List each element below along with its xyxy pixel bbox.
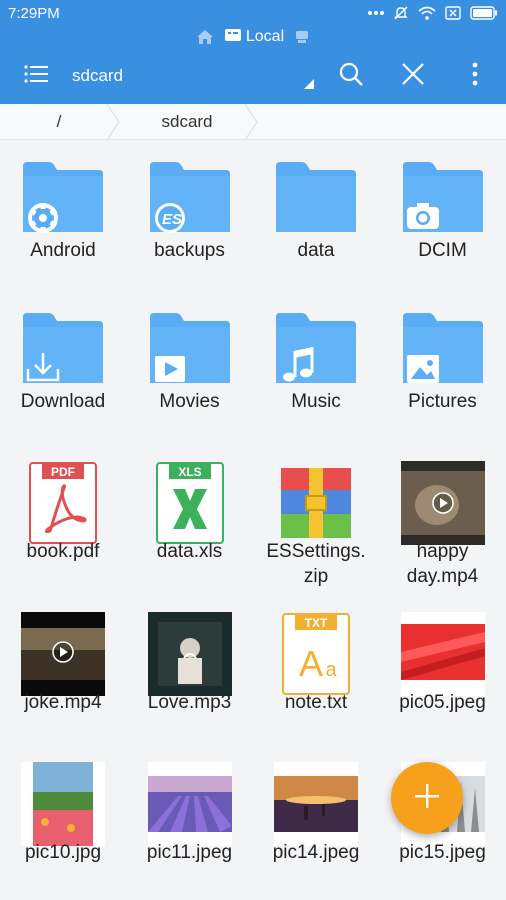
xls-file-icon: XLS: [148, 461, 232, 545]
file-name-label: pic11.jpeg: [146, 842, 233, 863]
folder-item-android[interactable]: Android: [0, 140, 126, 290]
battery-icon: [470, 6, 498, 20]
file-name-label: pic14.jpeg: [272, 842, 360, 863]
file-name-label: Movies: [159, 390, 220, 412]
file-item-data-xls[interactable]: XLS data.xls: [127, 441, 253, 591]
close-button[interactable]: [382, 48, 444, 104]
file-name-label: note.txt: [284, 691, 348, 713]
video-thumbnail: [400, 461, 485, 545]
breadcrumb-sdcard[interactable]: sdcard: [118, 103, 258, 140]
location-bar: Local: [0, 26, 506, 48]
file-name-label: pic10.jpg: [24, 842, 102, 863]
svg-text:A: A: [299, 643, 323, 684]
toolbar: sdcard: [0, 48, 506, 104]
svg-text:XLS: XLS: [178, 465, 201, 479]
wifi-icon: [418, 6, 436, 20]
file-item-pic11-jpeg[interactable]: pic11.jpeg: [127, 742, 253, 892]
search-icon: [338, 61, 364, 92]
image-thumbnail: [400, 611, 485, 696]
folder-icon: [401, 160, 485, 244]
file-name-label: pic05.jpeg: [399, 691, 486, 713]
file-name-label: data.xls: [156, 541, 223, 562]
svg-text:a: a: [325, 659, 337, 681]
status-icons: [368, 5, 498, 21]
folder-item-pictures[interactable]: Pictures: [380, 291, 506, 441]
svg-text:PDF: PDF: [51, 465, 75, 479]
file-name-label: backups: [154, 240, 225, 261]
txt-file-icon: TXT Aa: [274, 612, 358, 696]
folder-icon: [274, 160, 358, 244]
status-time: 7:29PM: [8, 4, 60, 22]
breadcrumb-separator-icon: [244, 103, 258, 145]
file-name-label: Android: [30, 240, 96, 261]
file-name-label: ESSettings. zip: [266, 541, 366, 587]
list-menu-icon: [24, 64, 48, 89]
file-name-label: Music: [291, 390, 341, 412]
folder-icon: [21, 160, 105, 244]
folder-item-music[interactable]: Music: [253, 291, 379, 441]
file-item-joke-mp4[interactable]: joke.mp4: [0, 592, 126, 742]
dropdown-triangle-icon: [304, 74, 314, 94]
file-name-label: data: [297, 240, 335, 261]
folder-icon: [274, 311, 358, 395]
breadcrumb-root[interactable]: /: [0, 103, 120, 140]
folder-icon: [401, 311, 485, 395]
folder-icon: [148, 311, 232, 395]
breadcrumb-root-label: /: [56, 111, 62, 131]
file-name-label: joke.mp4: [24, 691, 102, 713]
image-thumbnail: [274, 762, 358, 846]
location-label: Local: [245, 28, 285, 45]
mute-icon: [393, 5, 409, 21]
menu-button[interactable]: [8, 48, 64, 104]
folder-item-dcim[interactable]: DCIM: [380, 140, 506, 290]
file-name-label: Download: [20, 390, 106, 412]
plus-icon: [414, 783, 440, 814]
breadcrumb: / sdcard: [0, 103, 506, 140]
album-art-thumbnail: [147, 611, 232, 696]
network-icon[interactable]: [294, 29, 310, 45]
toolbar-title-dropdown[interactable]: sdcard: [72, 48, 320, 104]
file-name-label: happy day.mp4: [406, 541, 479, 587]
file-item-pic14-jpeg[interactable]: pic14.jpeg: [253, 742, 379, 892]
file-name-label: DCIM: [418, 240, 467, 261]
file-item-note-txt[interactable]: TXT Aa note.txt: [253, 592, 379, 742]
sim-icon: [445, 6, 461, 20]
file-item-book-pdf[interactable]: PDF book.pdf: [0, 441, 126, 591]
search-button[interactable]: [320, 48, 382, 104]
folder-item-backups[interactable]: ES backups: [127, 140, 253, 290]
location-local[interactable]: Local: [224, 28, 284, 47]
file-name-label: pic15.jpeg: [399, 842, 486, 863]
file-item-love-mp3[interactable]: Love.mp3: [127, 592, 253, 742]
dots-icon: [368, 10, 384, 16]
status-bar: 7:29PM: [0, 0, 506, 26]
overflow-menu-button[interactable]: [444, 48, 506, 104]
image-thumbnail: [21, 762, 105, 846]
add-fab-button[interactable]: [391, 762, 463, 834]
close-icon: [401, 62, 425, 91]
image-thumbnail: [147, 762, 232, 846]
folder-icon: ES: [148, 160, 232, 244]
file-name-label: Pictures: [408, 390, 477, 412]
svg-text:TXT: TXT: [305, 616, 328, 630]
file-name-label: book.pdf: [26, 541, 100, 562]
folder-item-movies[interactable]: Movies: [127, 291, 253, 441]
zip-file-icon: [274, 461, 358, 545]
file-name-label: Love.mp3: [147, 691, 232, 713]
file-item-pic10-jpg[interactable]: pic10.jpg: [0, 742, 126, 892]
home-icon[interactable]: [196, 29, 214, 45]
folder-item-download[interactable]: Download: [0, 291, 126, 441]
svg-text:ES: ES: [162, 211, 182, 228]
folder-icon: [21, 311, 105, 395]
toolbar-title: sdcard: [72, 66, 124, 85]
file-item-happy-day-mp4[interactable]: happy day.mp4: [380, 441, 506, 591]
pdf-file-icon: PDF: [21, 461, 105, 545]
video-thumbnail: [21, 611, 105, 696]
breadcrumb-current-label: sdcard: [161, 111, 213, 131]
file-item-pic05-jpeg[interactable]: pic05.jpeg: [380, 592, 506, 742]
sdcard-icon: [224, 28, 242, 47]
folder-item-data[interactable]: data: [253, 140, 379, 290]
file-item-essettings-zip[interactable]: ESSettings. zip: [253, 441, 379, 591]
more-vert-icon: [472, 62, 478, 91]
